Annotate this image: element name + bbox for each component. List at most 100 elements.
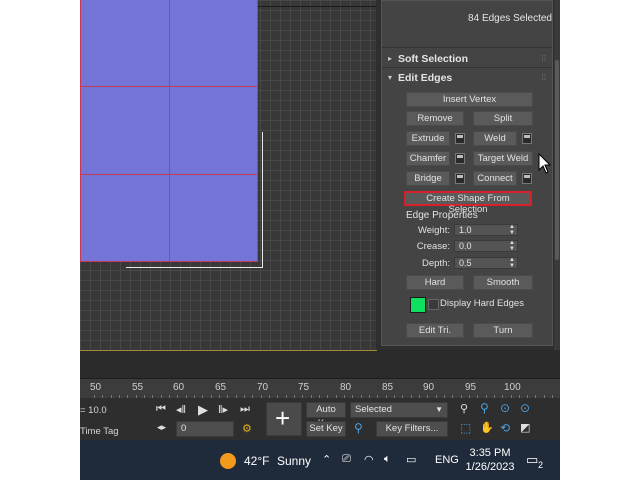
- notification-icon[interactable]: ▭: [526, 452, 538, 468]
- set-key-filter-icon[interactable]: ⚲: [354, 421, 363, 435]
- chamfer-button[interactable]: Chamfer: [406, 151, 450, 166]
- time-config-icon[interactable]: ⚙: [242, 422, 252, 435]
- selected-dropdown[interactable]: Selected ▼: [350, 402, 448, 418]
- edit-edges-header[interactable]: ▾ Edit Edges ⁞⁞: [382, 70, 552, 86]
- zoom-extents-icon[interactable]: ⊙: [500, 401, 510, 415]
- soft-selection-label: Soft Selection: [398, 53, 469, 65]
- pan-icon[interactable]: ✋: [480, 421, 494, 434]
- zoom-icon[interactable]: ⚲: [460, 402, 468, 415]
- selection-bracket: [126, 267, 263, 268]
- notification-count: 2: [538, 460, 544, 470]
- current-frame-value: 0: [181, 423, 187, 434]
- extrude-settings-icon[interactable]: [455, 133, 465, 144]
- hard-edge-color-swatch[interactable]: [410, 297, 426, 313]
- depth-spinner[interactable]: 0.5 ▲ ▼: [454, 257, 518, 269]
- connect-button[interactable]: Connect: [473, 171, 517, 186]
- zoom-all-icon[interactable]: ⚲: [480, 401, 489, 415]
- crease-spinner[interactable]: 0.0 ▲ ▼: [454, 240, 518, 252]
- clock[interactable]: 3:35 PM 1/26/2023: [464, 446, 516, 474]
- clock-date: 1/26/2023: [465, 461, 515, 473]
- play-icon[interactable]: ▶: [198, 402, 208, 418]
- weather-text[interactable]: Sunny: [277, 454, 311, 468]
- remove-button[interactable]: Remove: [406, 111, 464, 126]
- tick-label: 100: [504, 382, 521, 393]
- key-mode-icon[interactable]: ◂▸: [157, 422, 166, 433]
- spinner-arrows-icon[interactable]: ▲ ▼: [509, 240, 515, 252]
- auto-key-button[interactable]: Auto Key: [306, 402, 346, 429]
- chamfer-settings-icon[interactable]: [455, 153, 465, 164]
- tick-label: 85: [382, 382, 394, 393]
- app-tray-icon[interactable]: ⎚: [342, 453, 351, 466]
- spinner-arrows-icon[interactable]: ▲ ▼: [509, 224, 515, 236]
- edit-tri-button[interactable]: Edit Tri.: [406, 323, 464, 338]
- divider: [382, 67, 552, 68]
- timeline-ruler[interactable]: 50 55 60 65 70 75 80 85 90 95 100: [80, 378, 560, 399]
- tick-label: 55: [132, 382, 144, 393]
- previous-frame-icon[interactable]: ◂‖: [176, 403, 186, 416]
- insert-vertex-button[interactable]: Insert Vertex: [406, 92, 533, 107]
- depth-label: Depth:: [422, 258, 450, 269]
- key-plus-icon: +: [275, 403, 291, 433]
- tick-label: 70: [257, 382, 269, 393]
- hard-button[interactable]: Hard: [406, 275, 464, 290]
- mouse-cursor-icon: [538, 153, 552, 174]
- soft-selection-header[interactable]: ▸ Soft Selection ⁞⁞: [382, 51, 552, 67]
- volume-icon[interactable]: 🔈︎: [384, 453, 391, 466]
- command-panel: 84 Edges Selected ▸ Soft Selection ⁞⁞ ▾ …: [376, 0, 560, 350]
- grip-icon: ⁞⁞: [541, 54, 546, 63]
- go-to-start-icon[interactable]: ⏮: [156, 403, 166, 416]
- spinner-arrows-icon[interactable]: ▲ ▼: [509, 257, 515, 269]
- weld-settings-icon[interactable]: [522, 133, 532, 144]
- show-hidden-icons-chevron-icon[interactable]: ⌃: [322, 453, 331, 466]
- divider: [382, 47, 552, 48]
- extrude-button[interactable]: Extrude: [406, 131, 450, 146]
- plane-mesh[interactable]: [80, 0, 258, 262]
- windows-taskbar: 42°F Sunny ⌃ ⎚ ◠ 🔈︎ ▭ ENG 3:35 PM 1/26/2…: [80, 440, 560, 480]
- connect-settings-icon[interactable]: [522, 173, 532, 184]
- time-tag[interactable]: Time Tag: [80, 426, 119, 437]
- weight-value: 1.0: [459, 225, 472, 235]
- selection-bracket: [262, 132, 263, 268]
- edit-edges-label: Edit Edges: [398, 72, 453, 84]
- maximize-viewport-icon[interactable]: ◩: [520, 421, 530, 434]
- battery-icon[interactable]: ▭: [406, 453, 416, 466]
- language-indicator[interactable]: ENG: [435, 454, 459, 466]
- depth-value: 0.5: [459, 258, 472, 268]
- set-key-button[interactable]: Set Key: [306, 421, 346, 437]
- clock-time: 3:35 PM: [469, 447, 511, 459]
- key-filters-button[interactable]: Key Filters...: [376, 421, 448, 437]
- next-frame-icon[interactable]: ‖▸: [218, 403, 228, 416]
- tick-label: 50: [90, 382, 102, 393]
- bridge-settings-icon[interactable]: [455, 173, 465, 184]
- zoom-extents-all-icon[interactable]: ⊙: [520, 401, 530, 415]
- current-frame-field[interactable]: 0: [176, 421, 234, 437]
- smooth-button[interactable]: Smooth: [473, 275, 533, 290]
- create-shape-from-selection-button[interactable]: Create Shape From Selection: [404, 191, 532, 215]
- collapsed-arrow-icon: ▸: [388, 54, 393, 63]
- selection-info: 84 Edges Selected: [468, 13, 552, 24]
- go-to-end-icon[interactable]: ⏭: [240, 403, 250, 416]
- crease-value: 0.0: [459, 241, 472, 251]
- edge-properties-title: Edge Properties: [406, 210, 478, 221]
- field-of-view-icon[interactable]: ⬚: [460, 421, 471, 435]
- display-hard-edges-checkbox[interactable]: [428, 299, 439, 310]
- weld-button[interactable]: Weld: [473, 131, 517, 146]
- tick-label: 80: [340, 382, 352, 393]
- bridge-button[interactable]: Bridge: [406, 171, 450, 186]
- temperature[interactable]: 42°F: [244, 454, 269, 468]
- crease-label: Crease:: [416, 241, 450, 252]
- selected-value: Selected: [355, 404, 392, 415]
- target-weld-button[interactable]: Target Weld: [473, 151, 533, 166]
- turn-button[interactable]: Turn: [473, 323, 533, 338]
- weight-label: Weight:: [417, 225, 450, 236]
- set-keys-button[interactable]: +: [266, 402, 302, 436]
- viewport-border-line: [258, 6, 376, 7]
- sunny-weather-icon[interactable]: [220, 453, 236, 469]
- panel-scrollbar-thumb[interactable]: [555, 60, 559, 260]
- max-window: 84 Edges Selected ▸ Soft Selection ⁞⁞ ▾ …: [80, 0, 560, 480]
- viewport[interactable]: [80, 0, 377, 351]
- wifi-icon[interactable]: ◠: [364, 453, 374, 466]
- split-button[interactable]: Split: [473, 111, 533, 126]
- orbit-icon[interactable]: ⟲: [500, 421, 510, 435]
- weight-spinner[interactable]: 1.0 ▲ ▼: [454, 224, 518, 236]
